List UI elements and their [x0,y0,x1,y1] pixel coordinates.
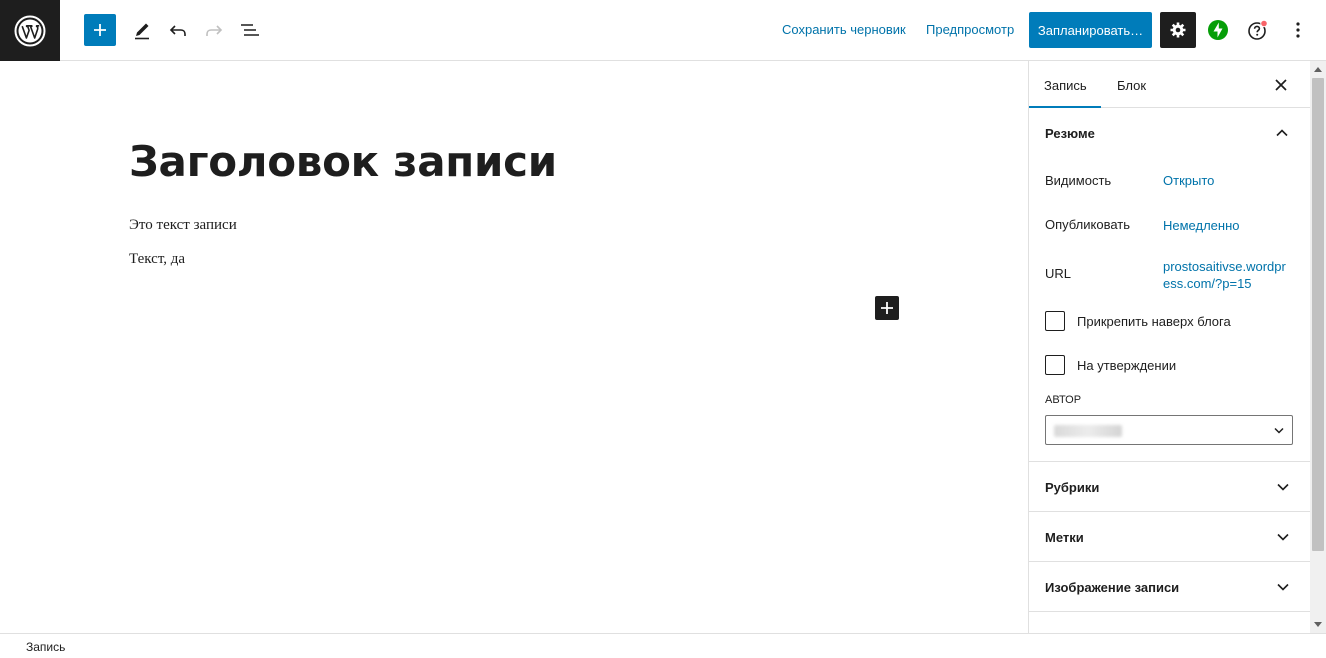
visibility-toggle[interactable]: Открыто [1163,173,1214,188]
chevron-down-icon [1274,427,1284,434]
pending-checkbox-row[interactable]: На утверждении [1045,355,1176,375]
featured-image-panel-title: Изображение записи [1045,580,1180,595]
close-sidebar-button[interactable] [1271,75,1291,95]
paragraph-block[interactable]: Это текст записи [129,217,237,234]
editor-footer: Запись [0,633,1326,658]
plus-icon [881,302,893,314]
sidebar-scrollbar[interactable] [1310,61,1326,633]
tab-block[interactable]: Блок [1117,78,1146,93]
post-title[interactable]: Заголовок записи [129,137,557,186]
pending-review-label: На утверждении [1077,357,1177,373]
more-options-button[interactable] [1282,14,1314,46]
tags-panel-toggle[interactable]: Метки [1029,512,1310,562]
publish-date-toggle[interactable]: Немедленно [1163,218,1240,233]
list-view-icon [241,24,259,36]
settings-button[interactable] [1160,12,1196,48]
redo-button[interactable] [198,14,230,46]
author-select[interactable] [1045,415,1293,445]
tags-panel-title: Метки [1045,530,1084,545]
settings-sidebar: Запись Блок Резюме Видимость Открыто Опу… [1028,61,1310,633]
save-draft-button[interactable]: Сохранить черновик [782,22,906,37]
add-block-button[interactable] [84,14,116,46]
post-url-link[interactable]: prostosaitivse.wordpress.com/?p=15 [1163,258,1291,292]
plus-icon [94,24,106,36]
pencil-icon [135,23,149,40]
wordpress-logo-button[interactable] [0,0,60,61]
publish-label: Опубликовать [1045,217,1131,232]
chevron-down-icon [1277,483,1289,491]
scroll-down-arrow[interactable] [1314,622,1322,627]
tools-button[interactable] [126,14,158,46]
scrollbar-thumb[interactable] [1312,78,1324,551]
chevron-down-icon [1277,533,1289,541]
jetpack-button[interactable] [1202,14,1234,46]
chevron-down-icon [1277,583,1289,591]
summary-panel-toggle[interactable]: Резюме [1029,108,1310,158]
paragraph-block[interactable]: Текст, да [129,251,185,268]
block-inserter-button[interactable] [875,296,899,320]
more-vertical-icon [1296,22,1300,38]
sticky-checkbox[interactable] [1045,311,1065,331]
chevron-up-icon [1276,129,1288,137]
scroll-up-arrow[interactable] [1314,67,1322,72]
gear-icon [1170,22,1186,38]
jetpack-icon [1208,20,1228,40]
author-label: Автор [1045,394,1082,406]
sticky-checkbox-row[interactable]: Прикрепить наверх блога [1045,311,1231,331]
help-button[interactable] [1242,14,1274,46]
pending-review-checkbox[interactable] [1045,355,1065,375]
schedule-button[interactable]: Запланировать… [1029,12,1152,48]
editor-header: Сохранить черновик Предпросмотр Запланир… [0,0,1326,61]
visibility-label: Видимость [1045,173,1112,188]
sidebar-tabs: Запись Блок [1029,61,1310,108]
preview-button[interactable]: Предпросмотр [926,22,1014,37]
close-icon [1275,79,1287,91]
undo-button[interactable] [162,14,194,46]
categories-panel-toggle[interactable]: Рубрики [1029,462,1310,512]
featured-image-panel-toggle[interactable]: Изображение записи [1029,562,1310,612]
redo-icon [206,25,223,36]
editor-canvas[interactable]: Заголовок записи Это текст записи Текст,… [0,61,1028,633]
list-view-button[interactable] [234,14,266,46]
tab-post[interactable]: Запись [1044,78,1087,93]
undo-icon [169,25,186,36]
sticky-checkbox-label: Прикрепить наверх блога [1077,313,1231,329]
help-icon [1248,19,1268,40]
url-label: URL [1045,266,1072,281]
author-name-redacted [1054,425,1122,437]
wordpress-logo-icon [14,15,46,46]
block-breadcrumb[interactable]: Запись [26,640,65,654]
summary-panel-title: Резюме [1045,126,1095,141]
categories-panel-title: Рубрики [1045,480,1100,495]
